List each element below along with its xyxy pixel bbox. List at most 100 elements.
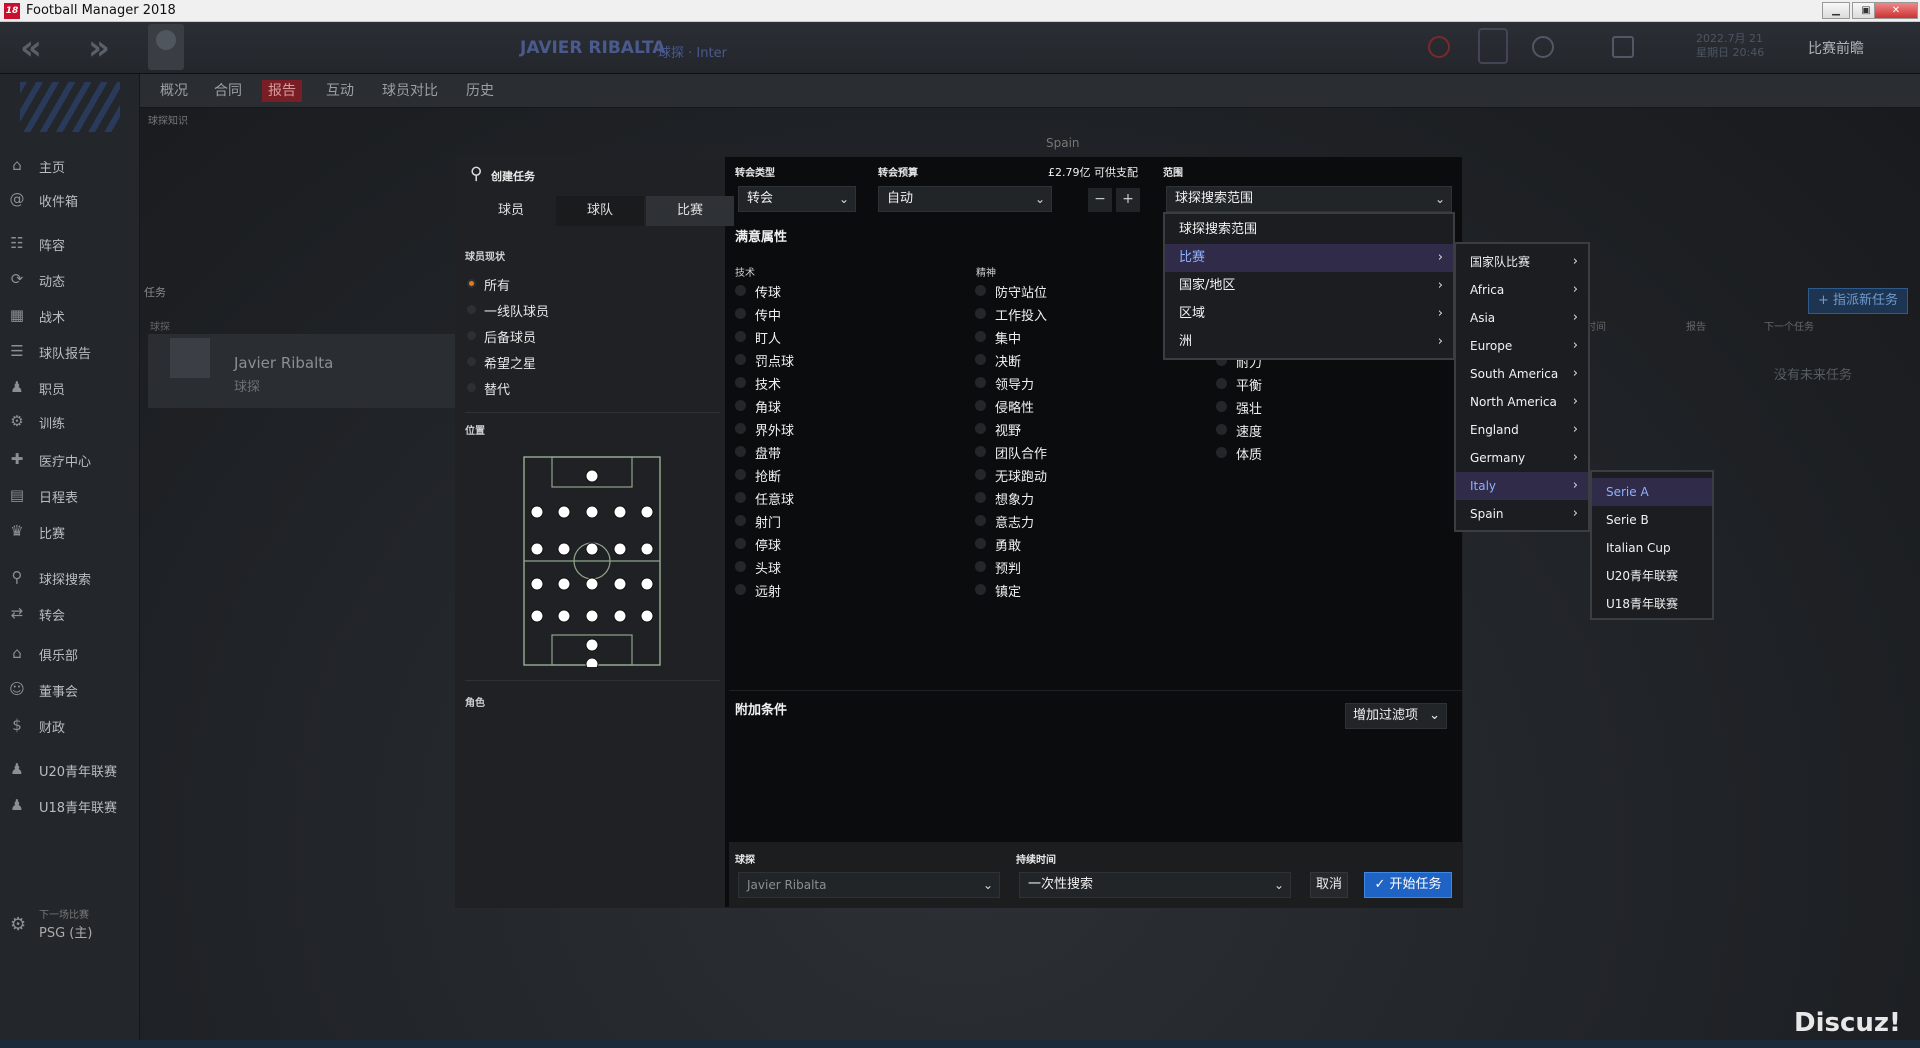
attribute-checkbox-technical[interactable]: 界外球	[735, 420, 794, 439]
dropdown-option[interactable]: England ›	[1456, 416, 1588, 444]
next-match-value[interactable]: PSG (主)	[39, 922, 92, 941]
checkbox-circle[interactable]	[735, 515, 746, 526]
cancel-button[interactable]: 取消	[1310, 872, 1348, 898]
position-dot[interactable]	[557, 505, 571, 519]
dropdown-option[interactable]: 球探搜索范围	[1165, 216, 1453, 244]
sidebar-item[interactable]: ⚙ 训练	[0, 404, 140, 438]
sidebar-item[interactable]: $ 财政	[0, 708, 140, 742]
checkbox-circle[interactable]	[975, 561, 986, 572]
sidebar-item[interactable]: ☺ 董事会	[0, 672, 140, 706]
dropdown-option[interactable]: 区域 ›	[1165, 300, 1453, 328]
attribute-checkbox-technical[interactable]: 传中	[735, 305, 781, 324]
scout-select[interactable]: Javier Ribalta ⌄	[738, 872, 1000, 898]
start-task-button[interactable]: ✓ 开始任务	[1364, 872, 1452, 898]
attribute-checkbox-technical[interactable]: 罚点球	[735, 351, 794, 370]
sidebar-item[interactable]: ▦ 战术	[0, 298, 140, 332]
sidebar-item[interactable]: ⌂ 主页	[0, 148, 140, 182]
dropdown-option[interactable]: 国家/地区 ›	[1165, 272, 1453, 300]
dropdown-option[interactable]: 比赛 ›	[1165, 244, 1453, 272]
sidebar-item[interactable]: @ 收件箱	[0, 182, 140, 216]
dialog-tab[interactable]: 比赛	[646, 196, 734, 226]
position-dot[interactable]	[613, 609, 627, 623]
radio-dot[interactable]	[467, 331, 476, 340]
position-dot[interactable]	[640, 542, 654, 556]
checkbox-circle[interactable]	[1216, 447, 1227, 458]
dialog-tab[interactable]: 球队	[556, 196, 644, 226]
position-dot[interactable]	[613, 542, 627, 556]
attribute-checkbox-technical[interactable]: 角球	[735, 397, 781, 416]
position-dot[interactable]	[613, 505, 627, 519]
checkbox-circle[interactable]	[735, 285, 746, 296]
attribute-checkbox-mental[interactable]: 视野	[975, 420, 1021, 439]
scope-select[interactable]: 球探搜索范围 ⌄	[1166, 186, 1452, 212]
gear-icon[interactable]: ⚙	[10, 914, 26, 935]
checkbox-circle[interactable]	[975, 331, 986, 342]
attribute-checkbox-technical[interactable]: 抢断	[735, 466, 781, 485]
dropdown-option[interactable]: U20青年联赛	[1592, 562, 1712, 590]
position-dot[interactable]	[585, 638, 599, 652]
fm-menu-icon[interactable]	[1612, 36, 1634, 58]
attribute-checkbox-technical[interactable]: 盘带	[735, 443, 781, 462]
assign-task-button[interactable]: + 指派新任务	[1808, 288, 1908, 314]
attribute-checkbox-mental[interactable]: 意志力	[975, 512, 1034, 531]
sidebar-item[interactable]: ⟳ 动态	[0, 262, 140, 296]
dropdown-option[interactable]: North America ›	[1456, 388, 1588, 416]
sidebar-item[interactable]: ♟ U18青年联赛	[0, 788, 140, 822]
increase-budget-button[interactable]: +	[1116, 188, 1140, 212]
checkbox-circle[interactable]	[975, 377, 986, 388]
attribute-checkbox-mental[interactable]: 镇定	[975, 581, 1021, 600]
club-badge-icon[interactable]	[1478, 28, 1508, 64]
dropdown-option[interactable]: Germany ›	[1456, 444, 1588, 472]
sidebar-item[interactable]: ⚲ 球探搜索	[0, 560, 140, 594]
checkbox-circle[interactable]	[975, 354, 986, 365]
dropdown-option[interactable]: 国家队比赛 ›	[1456, 248, 1588, 276]
position-dot[interactable]	[640, 609, 654, 623]
attribute-checkbox-physical[interactable]: 体质	[1216, 444, 1262, 463]
attribute-checkbox-technical[interactable]: 传球	[735, 282, 781, 301]
sidebar-item[interactable]: ⇄ 转会	[0, 596, 140, 630]
globe-icon[interactable]	[1532, 36, 1554, 58]
subnav-tab[interactable]: 历史	[460, 80, 500, 102]
position-dot[interactable]	[585, 542, 599, 556]
decrease-budget-button[interactable]: −	[1088, 188, 1112, 212]
checkbox-circle[interactable]	[1216, 401, 1227, 412]
sidebar-item[interactable]: ☷ 阵容	[0, 226, 140, 260]
sidebar-item[interactable]: ♟ 职员	[0, 370, 140, 404]
position-dot[interactable]	[530, 542, 544, 556]
checkbox-circle[interactable]	[975, 285, 986, 296]
dropdown-option[interactable]: U18青年联赛	[1592, 590, 1712, 618]
subnav-tab[interactable]: 合同	[208, 80, 248, 102]
position-dot[interactable]	[585, 469, 599, 483]
sidebar-item[interactable]: ♛ 比赛	[0, 514, 140, 548]
checkbox-circle[interactable]	[735, 308, 746, 319]
position-dot[interactable]	[530, 609, 544, 623]
attribute-checkbox-technical[interactable]: 射门	[735, 512, 781, 531]
attribute-checkbox-technical[interactable]: 头球	[735, 558, 781, 577]
attribute-checkbox-technical[interactable]: 技术	[735, 374, 781, 393]
duration-select[interactable]: 一次性搜索 ⌄	[1019, 872, 1291, 898]
position-dot[interactable]	[640, 577, 654, 591]
sidebar-item[interactable]: ⌂ 俱乐部	[0, 636, 140, 670]
minimize-button[interactable]: ▁	[1822, 2, 1850, 19]
dropdown-option[interactable]: Europe ›	[1456, 332, 1588, 360]
checkbox-circle[interactable]	[975, 308, 986, 319]
attribute-checkbox-physical[interactable]: 强壮	[1216, 398, 1262, 417]
checkbox-circle[interactable]	[975, 446, 986, 457]
position-dot[interactable]	[557, 577, 571, 591]
checkbox-circle[interactable]	[735, 331, 746, 342]
dropdown-option[interactable]: Asia ›	[1456, 304, 1588, 332]
attribute-checkbox-technical[interactable]: 盯人	[735, 328, 781, 347]
subnav-tab[interactable]: 概况	[154, 80, 194, 102]
forward-arrow-icon[interactable]: »	[88, 28, 110, 68]
continue-button[interactable]: 比赛前瞻	[1808, 38, 1864, 58]
checkbox-circle[interactable]	[735, 354, 746, 365]
dropdown-option[interactable]: Serie A	[1592, 478, 1712, 506]
attribute-checkbox-technical[interactable]: 停球	[735, 535, 781, 554]
attribute-checkbox-mental[interactable]: 防守站位	[975, 282, 1047, 301]
attribute-checkbox-mental[interactable]: 集中	[975, 328, 1021, 347]
checkbox-circle[interactable]	[735, 561, 746, 572]
position-dot[interactable]	[585, 577, 599, 591]
dropdown-option[interactable]: Italian Cup	[1592, 534, 1712, 562]
radio-dot[interactable]	[467, 357, 476, 366]
checkbox-circle[interactable]	[735, 492, 746, 503]
